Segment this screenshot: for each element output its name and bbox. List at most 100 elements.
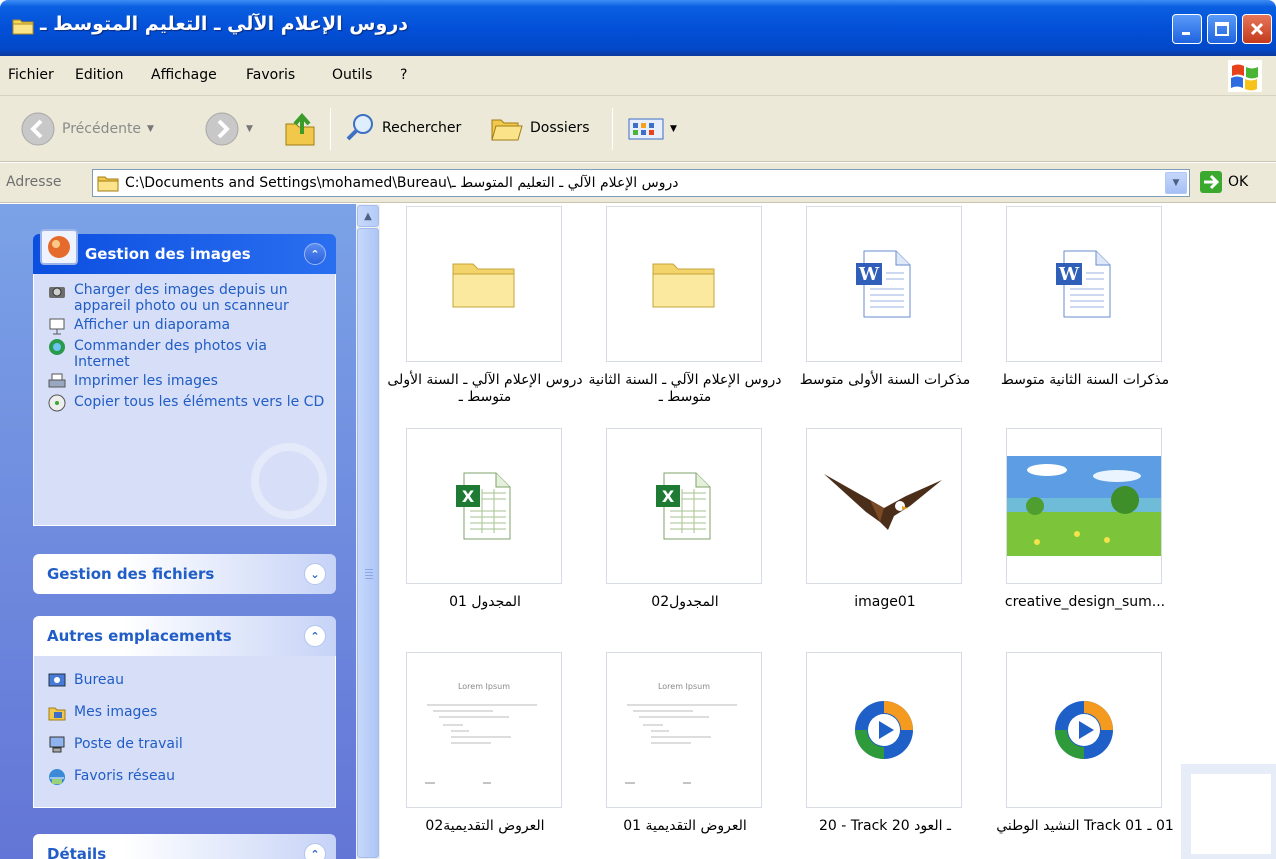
watermark-cd-icon: [251, 443, 327, 519]
panel-header-details[interactable]: Détails ⌃: [33, 834, 336, 859]
forward-button[interactable]: ▼: [204, 111, 253, 147]
menu-help[interactable]: ?: [400, 67, 407, 83]
svg-text:W: W: [1058, 264, 1080, 285]
minimize-button[interactable]: [1172, 14, 1202, 44]
landscape-image-icon: [1007, 456, 1161, 556]
panel-title: Gestion des images: [85, 245, 251, 263]
grip-icon: [365, 569, 373, 581]
collapse-icon[interactable]: ⌃: [304, 843, 326, 859]
thumbnail: W: [1006, 206, 1162, 362]
scroll-up-button[interactable]: ▲: [357, 205, 379, 227]
my-pictures-icon: [48, 707, 66, 721]
word-document-icon: W: [1056, 250, 1111, 318]
link-poste-de-travail[interactable]: Poste de travail: [48, 736, 325, 754]
panel-file-tasks: Gestion des fichiers ⌄: [33, 554, 336, 594]
search-button[interactable]: Rechercher: [344, 112, 461, 144]
file-name: creative_design_sum...: [1004, 594, 1166, 610]
media-player-icon: [1055, 701, 1113, 759]
watermark-icon: [1181, 764, 1276, 859]
go-button[interactable]: OK: [1200, 171, 1248, 193]
folders-button[interactable]: Dossiers: [488, 112, 590, 144]
folder-icon: [652, 263, 715, 308]
menu-fichier[interactable]: Fichier: [8, 67, 54, 83]
file-view: دروس الإعلام الآلي ـ السنة الأولى متوسط …: [380, 204, 1276, 859]
search-icon: [346, 114, 373, 141]
maximize-icon: [1215, 22, 1229, 36]
back-arrow-icon: [21, 112, 55, 146]
toolbar-separator: [612, 108, 613, 150]
address-label: Adresse: [6, 174, 62, 190]
menu-favoris[interactable]: Favoris: [246, 67, 295, 83]
views-button[interactable]: ▼: [628, 118, 677, 140]
menu-bar: Fichier Edition Affichage Favoris Outils…: [0, 56, 1276, 96]
thumbnail: Lorem Ipsum: [406, 652, 562, 808]
close-button[interactable]: [1242, 14, 1272, 44]
panel-title: Autres emplacements: [47, 627, 232, 645]
excel-spreadsheet-icon: X: [656, 472, 711, 540]
up-folder-button[interactable]: [282, 110, 318, 148]
file-name: 20 - Track 20 ـ العود: [818, 818, 952, 834]
folder-icon: [97, 176, 119, 192]
expand-icon[interactable]: ⌄: [304, 563, 326, 585]
menu-edition[interactable]: Edition: [75, 67, 123, 83]
collapse-icon[interactable]: ⌃: [304, 243, 326, 265]
file-name: دروس الإعلام الآلي ـ السنة الثانية متوسط…: [588, 372, 782, 405]
panel-header-image-tasks[interactable]: Gestion des images ⌃: [33, 229, 336, 274]
file-name: العروض التقديمية 01: [623, 818, 747, 834]
thumbnail: X: [406, 428, 562, 584]
thumbnail: [606, 206, 762, 362]
chevron-down-icon: ▼: [147, 124, 154, 134]
svg-text:X: X: [662, 487, 675, 506]
file-name: 01 ـ Track 01 النشيد الوطني: [996, 818, 1174, 834]
menu-affichage[interactable]: Affichage: [151, 67, 217, 83]
menu-outils[interactable]: Outils: [332, 67, 372, 83]
panel-image-tasks: Gestion des images ⌃ Charger des images …: [33, 229, 336, 526]
view-grid-icon: [628, 118, 664, 140]
desktop-icon: [48, 673, 66, 687]
svg-text:W: W: [858, 264, 880, 285]
folders-label: Dossiers: [530, 120, 590, 136]
address-path: C:\Documents and Settings\mohamed\Bureau…: [125, 175, 679, 191]
word-document-icon: W: [856, 250, 911, 318]
panel-header-other-places[interactable]: Autres emplacements ⌃: [33, 616, 336, 656]
task-print-images[interactable]: Imprimer les images: [48, 373, 325, 391]
task-load-images[interactable]: Charger des images depuis un appareil ph…: [48, 282, 325, 314]
close-icon: [1250, 22, 1264, 36]
link-bureau[interactable]: Bureau: [48, 672, 325, 690]
maximize-button[interactable]: [1207, 14, 1237, 44]
search-label: Rechercher: [382, 120, 462, 136]
link-mes-images[interactable]: Mes images: [48, 704, 325, 722]
forward-arrow-icon: [205, 112, 239, 146]
back-button[interactable]: Précédente ▼: [20, 111, 154, 147]
task-slideshow[interactable]: Afficher un diaporama: [48, 317, 325, 335]
panel-body: Charger des images depuis un appareil ph…: [33, 274, 336, 526]
thumbnail: W: [806, 206, 962, 362]
back-label: Précédente: [62, 121, 142, 137]
preview-heading: Lorem Ipsum: [658, 683, 710, 691]
task-copy-to-cd[interactable]: Copier tous les éléments vers le CD: [48, 394, 325, 412]
address-input[interactable]: C:\Documents and Settings\mohamed\Bureau…: [92, 169, 1190, 197]
link-favoris-reseau[interactable]: Favoris réseau: [48, 768, 325, 786]
task-pane: Gestion des images ⌃ Charger des images …: [0, 204, 356, 859]
eagle-image-icon: [824, 474, 942, 530]
folder-up-icon: [285, 112, 315, 146]
panel-title: Gestion des fichiers: [47, 565, 215, 583]
panel-other-places: Autres emplacements ⌃ Bureau Mes images …: [33, 616, 336, 808]
chevron-down-icon: ▼: [246, 124, 253, 134]
address-dropdown-button[interactable]: ▼: [1165, 172, 1187, 194]
chevron-down-icon: ▼: [1172, 178, 1180, 188]
address-bar: Adresse C:\Documents and Settings\mohame…: [0, 163, 1276, 203]
file-name: العروض التقديمية02: [425, 818, 545, 834]
file-name: مذكرات السنة الثانية متوسط: [1000, 372, 1170, 388]
camera-icon: [49, 287, 65, 298]
title-bar[interactable]: دروس الإعلام الآلي ـ التعليم المتوسط ـ: [0, 0, 1276, 56]
vertical-scrollbar[interactable]: ▲: [356, 204, 380, 859]
panel-header-file-tasks[interactable]: Gestion des fichiers ⌄: [33, 554, 336, 594]
preview-heading: Lorem Ipsum: [458, 683, 510, 691]
scroll-thumb[interactable]: [357, 228, 379, 858]
panel-body: Bureau Mes images Poste de travail Favor…: [33, 656, 336, 808]
picture-folder-icon: [40, 229, 78, 265]
thumbnail: [1006, 428, 1162, 584]
task-order-photos[interactable]: Commander des photos via Internet: [48, 338, 325, 370]
collapse-icon[interactable]: ⌃: [304, 625, 326, 647]
